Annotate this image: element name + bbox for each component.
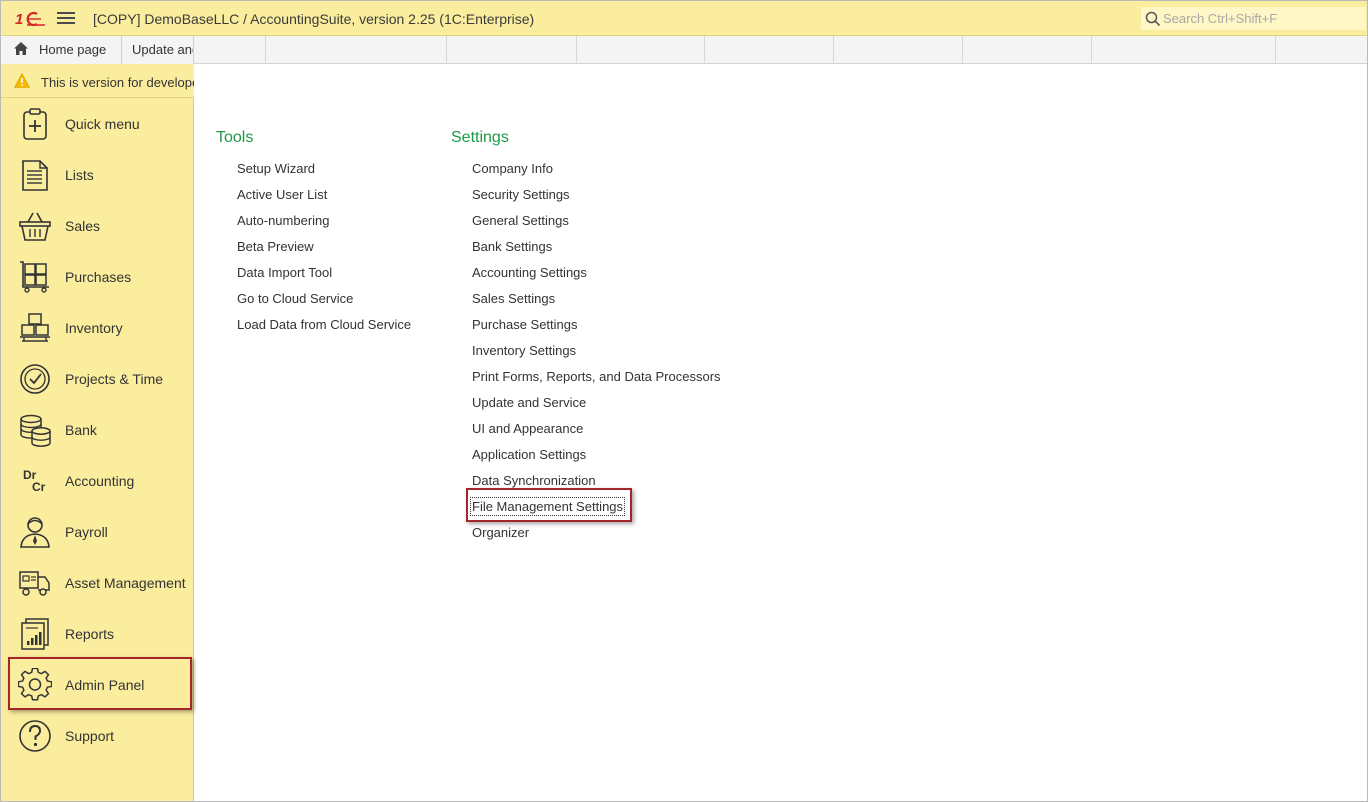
cart-boxes-icon bbox=[20, 261, 49, 293]
sidebar-item-label: Projects & Time bbox=[65, 371, 164, 387]
window-title: [COPY] DemoBaseLLC / AccountingSuite, ve… bbox=[93, 11, 535, 27]
settings-link-organizer[interactable]: Organizer bbox=[472, 525, 529, 540]
sidebar-item-admin-panel[interactable]: Admin Panel bbox=[1, 659, 194, 710]
report-chart-icon bbox=[21, 618, 49, 650]
quick-menu-icon bbox=[23, 108, 47, 140]
sidebar-item-accounting[interactable]: Dr Cr Accounting bbox=[1, 455, 194, 506]
coins-icon bbox=[20, 414, 51, 447]
truck-icon bbox=[19, 571, 50, 596]
help-icon bbox=[19, 720, 51, 752]
settings-link-data-synchronization[interactable]: Data Synchronization bbox=[472, 473, 596, 488]
app-window: 1 [COPY] DemoBaseLLC / AccountingSuite, … bbox=[0, 0, 1368, 802]
tab-separator bbox=[576, 36, 577, 64]
clock-icon bbox=[20, 364, 50, 394]
developer-version-warning: This is version for developers bbox=[1, 64, 194, 98]
settings-link-bank-settings[interactable]: Bank Settings bbox=[472, 239, 552, 254]
tab-bar: Home page Update and bbox=[1, 36, 1367, 64]
sidebar-item-sales[interactable]: Sales bbox=[1, 200, 194, 251]
sidebar-item-label: Lists bbox=[65, 167, 94, 183]
tab-home-page[interactable]: Home page bbox=[1, 36, 122, 64]
settings-link-print-forms-reports-and-data-processors[interactable]: Print Forms, Reports, and Data Processor… bbox=[472, 369, 721, 384]
sidebar-item-support[interactable]: Support bbox=[1, 710, 194, 761]
sidebar-item-label: Sales bbox=[65, 218, 101, 234]
tools-link-auto-numbering[interactable]: Auto-numbering bbox=[237, 213, 330, 228]
tools-link-active-user-list[interactable]: Active User List bbox=[237, 187, 327, 202]
tools-section-title: Tools bbox=[216, 129, 254, 146]
tools-link-beta-preview[interactable]: Beta Preview bbox=[237, 239, 314, 254]
settings-section-title: Settings bbox=[451, 129, 509, 146]
settings-link-inventory-settings[interactable]: Inventory Settings bbox=[472, 343, 576, 358]
tab-separator bbox=[1275, 36, 1276, 64]
sidebar-item-payroll[interactable]: Payroll bbox=[1, 506, 194, 557]
settings-link-accounting-settings[interactable]: Accounting Settings bbox=[472, 265, 587, 280]
tab-separator bbox=[1091, 36, 1092, 64]
tab-separator bbox=[833, 36, 834, 64]
sidebar-item-label: Payroll bbox=[65, 524, 108, 540]
sidebar-item-purchases[interactable]: Purchases bbox=[1, 251, 194, 302]
gear-icon bbox=[18, 668, 52, 701]
settings-link-company-info[interactable]: Company Info bbox=[472, 161, 553, 176]
tab-separator bbox=[265, 36, 266, 64]
1c-logo[interactable]: 1 bbox=[15, 10, 47, 28]
home-icon bbox=[14, 42, 28, 55]
svg-text:1: 1 bbox=[15, 11, 23, 28]
basket-icon bbox=[19, 212, 51, 241]
sidebar-item-lists[interactable]: Lists bbox=[1, 149, 194, 200]
sidebar-item-label: Purchases bbox=[65, 269, 132, 285]
warning-icon bbox=[14, 73, 30, 88]
settings-link-general-settings[interactable]: General Settings bbox=[472, 213, 569, 228]
settings-link-file-management-settings[interactable]: File Management Settings bbox=[469, 497, 626, 516]
search-input[interactable] bbox=[1163, 9, 1358, 28]
sidebar-item-label: Inventory bbox=[65, 320, 123, 336]
settings-link-update-and-service[interactable]: Update and Service bbox=[472, 395, 586, 410]
tab-home-label: Home page bbox=[39, 42, 107, 57]
boxes-icon bbox=[20, 313, 50, 342]
tab-update-and-service[interactable]: Update and bbox=[122, 36, 194, 64]
tools-link-go-to-cloud-service[interactable]: Go to Cloud Service bbox=[237, 291, 353, 306]
warning-text: This is version for developers bbox=[41, 75, 194, 90]
tab-separator bbox=[446, 36, 447, 64]
sidebar-item-label: Reports bbox=[65, 626, 115, 642]
settings-link-application-settings[interactable]: Application Settings bbox=[472, 447, 586, 462]
settings-link-sales-settings[interactable]: Sales Settings bbox=[472, 291, 555, 306]
search-icon bbox=[1145, 11, 1161, 27]
tab-update-label: Update and bbox=[132, 42, 194, 57]
settings-link-security-settings[interactable]: Security Settings bbox=[472, 187, 570, 202]
sidebar-item-reports[interactable]: Reports bbox=[1, 608, 194, 659]
sidebar-item-quick-menu[interactable]: Quick menu bbox=[1, 98, 194, 149]
dr-cr-icon: Dr Cr bbox=[23, 468, 46, 494]
sidebar-item-label: Quick menu bbox=[65, 116, 140, 132]
sidebar-item-label: Accounting bbox=[65, 473, 135, 489]
person-icon bbox=[20, 517, 50, 548]
sidebar-item-projects-time[interactable]: Projects & Time bbox=[1, 353, 194, 404]
sidebar-item-asset-management[interactable]: Asset Management bbox=[1, 557, 194, 608]
sidebar-item-label: Support bbox=[65, 728, 115, 744]
tools-link-data-import-tool[interactable]: Data Import Tool bbox=[237, 265, 332, 280]
title-bar: 1 [COPY] DemoBaseLLC / AccountingSuite, … bbox=[1, 1, 1367, 36]
sidebar-item-bank[interactable]: Bank bbox=[1, 404, 194, 455]
tools-link-setup-wizard[interactable]: Setup Wizard bbox=[237, 161, 315, 176]
sidebar-item-inventory[interactable]: Inventory bbox=[1, 302, 194, 353]
search-box[interactable] bbox=[1141, 7, 1366, 30]
sidebar: Quick menu Lists Sales Purchases Invento… bbox=[1, 98, 194, 801]
tab-separator bbox=[962, 36, 963, 64]
sidebar-item-label: Admin Panel bbox=[65, 677, 145, 693]
sidebar-item-label: Bank bbox=[65, 422, 97, 438]
tools-link-load-data-from-cloud-service[interactable]: Load Data from Cloud Service bbox=[237, 317, 411, 332]
sidebar-item-label: Asset Management bbox=[65, 575, 186, 591]
lists-icon bbox=[22, 160, 48, 191]
settings-link-ui-and-appearance[interactable]: UI and Appearance bbox=[472, 421, 583, 436]
tab-separator bbox=[704, 36, 705, 64]
svg-text:Cr: Cr bbox=[32, 480, 46, 494]
hamburger-menu-icon[interactable] bbox=[57, 10, 75, 26]
settings-link-purchase-settings[interactable]: Purchase Settings bbox=[472, 317, 578, 332]
